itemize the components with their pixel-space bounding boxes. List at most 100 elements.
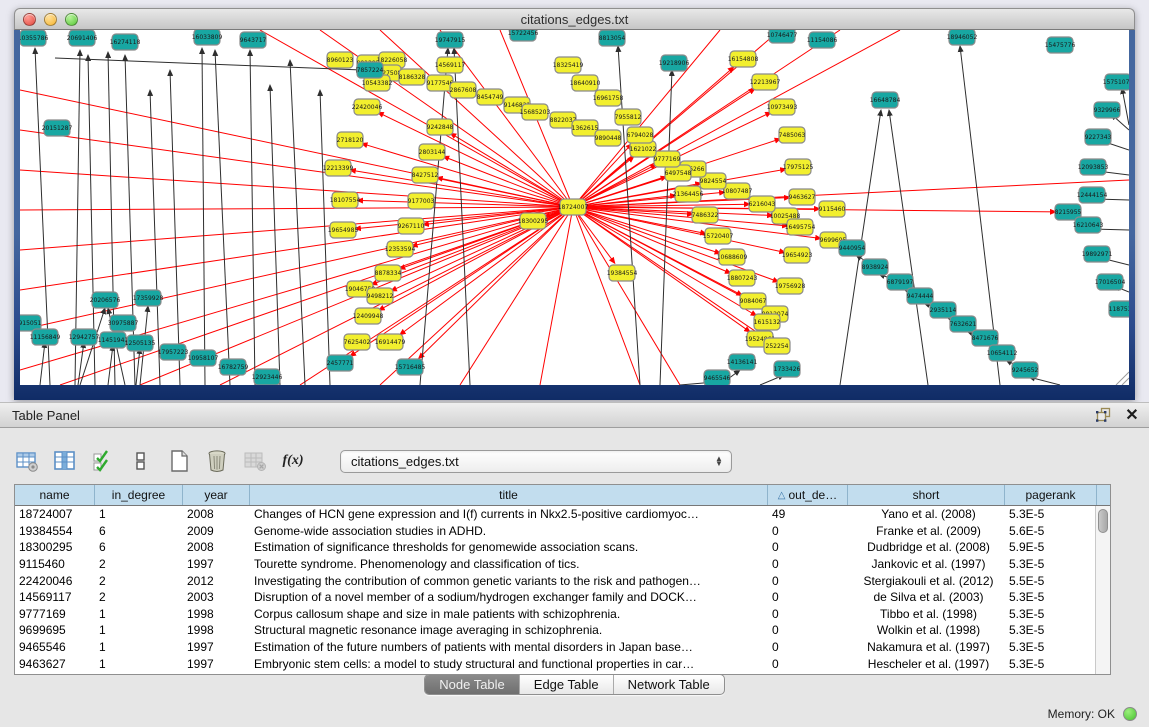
table-row[interactable]: 969969511998Structural magnetic resonanc… bbox=[15, 622, 1110, 639]
graph-node[interactable]: 10355786 bbox=[20, 30, 48, 46]
table-row[interactable]: 911546021997Tourette syndrome. Phenomeno… bbox=[15, 556, 1110, 573]
graph-node[interactable]: 6794028 bbox=[627, 127, 654, 143]
graph-node[interactable]: 2718120 bbox=[337, 132, 364, 148]
graph-node[interactable]: 11154086 bbox=[807, 32, 838, 48]
graph-node[interactable]: 12942757 bbox=[69, 329, 100, 345]
graph-node[interactable]: 22420046 bbox=[352, 99, 383, 115]
graph-node[interactable]: 18107554 bbox=[330, 192, 361, 208]
graph-node[interactable]: 252254 bbox=[764, 338, 790, 354]
graph-node[interactable]: 19654923 bbox=[782, 247, 813, 263]
table-column-icon[interactable] bbox=[52, 448, 78, 474]
graph-node[interactable]: 17016504 bbox=[1095, 274, 1126, 290]
graph-node[interactable]: 9440954 bbox=[839, 240, 866, 256]
network-window-titlebar[interactable]: citations_edges.txt bbox=[14, 8, 1135, 30]
column-header-name[interactable]: name bbox=[15, 485, 95, 505]
graph-node[interactable]: 18640910 bbox=[570, 75, 601, 91]
graph-node[interactable]: 11156849 bbox=[30, 329, 61, 345]
graph-node[interactable]: 9267110 bbox=[398, 218, 425, 234]
table-row[interactable]: 1872400712008Changes of HCN gene express… bbox=[15, 506, 1110, 523]
graph-node[interactable]: 21364456 bbox=[673, 186, 704, 202]
graph-node[interactable]: 16154808 bbox=[728, 51, 759, 67]
graph-node[interactable]: 1615132 bbox=[754, 314, 781, 330]
table-row[interactable]: 2242004622012Investigating the contribut… bbox=[15, 572, 1110, 589]
graph-node[interactable]: 12213967 bbox=[750, 74, 781, 90]
graph-node[interactable]: 15720407 bbox=[703, 228, 734, 244]
table-select-dropdown[interactable]: citations_edges.txt ▲▼ bbox=[340, 450, 732, 473]
graph-node[interactable]: 18724007 bbox=[558, 199, 589, 215]
graph-node[interactable]: 15685203 bbox=[520, 104, 551, 120]
column-header-pagerank[interactable]: pagerank bbox=[1005, 485, 1097, 505]
graph-node[interactable]: 19218906 bbox=[659, 55, 690, 71]
table-vertical-scrollbar[interactable] bbox=[1095, 506, 1110, 674]
table-settings-icon[interactable] bbox=[14, 448, 40, 474]
graph-node[interactable]: 8813054 bbox=[599, 30, 626, 46]
graph-node[interactable]: 15716485 bbox=[395, 359, 426, 375]
graph-node[interactable]: 18325419 bbox=[553, 57, 584, 73]
graph-node[interactable]: 7857224 bbox=[357, 62, 384, 78]
graph-node[interactable]: 16210643 bbox=[1073, 217, 1104, 233]
tab-node-table[interactable]: Node Table bbox=[425, 675, 520, 694]
graph-node[interactable]: 15475776 bbox=[1045, 37, 1076, 53]
graph-node[interactable]: 9227343 bbox=[1085, 129, 1112, 145]
graph-node[interactable]: 17359928 bbox=[133, 290, 164, 306]
select-rows-icon[interactable] bbox=[90, 448, 116, 474]
table-row[interactable]: 1938455462009Genome-wide association stu… bbox=[15, 523, 1110, 540]
graph-node[interactable]: 9465546 bbox=[704, 370, 731, 385]
graph-node[interactable]: 12093853 bbox=[1078, 159, 1109, 175]
graph-node[interactable]: 17957223 bbox=[158, 344, 189, 360]
graph-node[interactable]: 20206576 bbox=[90, 292, 121, 308]
new-column-icon[interactable] bbox=[166, 448, 192, 474]
graph-node[interactable]: 9643717 bbox=[240, 32, 267, 48]
table-row[interactable]: 1456911722003Disruption of a novel membe… bbox=[15, 589, 1110, 606]
graph-node[interactable]: 7486322 bbox=[692, 207, 719, 223]
graph-node[interactable]: 8186328 bbox=[399, 69, 426, 85]
graph-node[interactable]: 30975887 bbox=[108, 315, 139, 331]
graph-node[interactable]: 8454749 bbox=[477, 89, 504, 105]
graph-node[interactable]: 7632621 bbox=[950, 316, 977, 332]
graph-node[interactable]: 19384554 bbox=[607, 265, 638, 281]
graph-node[interactable]: 20151287 bbox=[42, 120, 73, 136]
table-row[interactable]: 1830029562008Estimation of significance … bbox=[15, 539, 1110, 556]
graph-node[interactable]: 8938924 bbox=[862, 259, 889, 275]
graph-node[interactable]: 9498212 bbox=[367, 288, 394, 304]
graph-node[interactable]: 7625402 bbox=[344, 334, 371, 350]
graph-node[interactable]: 9474444 bbox=[907, 288, 934, 304]
graph-node[interactable]: 6879197 bbox=[887, 274, 914, 290]
graph-node[interactable]: 8960123 bbox=[327, 52, 354, 68]
graph-node[interactable]: 12409948 bbox=[353, 308, 384, 324]
graph-node[interactable]: 17975125 bbox=[783, 159, 814, 175]
graph-node[interactable]: 14569117 bbox=[435, 57, 466, 73]
graph-node[interactable]: 16961758 bbox=[593, 90, 624, 106]
graph-node[interactable]: 6216043 bbox=[749, 196, 776, 212]
graph-node[interactable]: 15751074 bbox=[1103, 74, 1129, 90]
graph-node[interactable]: 9777169 bbox=[654, 151, 681, 167]
graph-node[interactable]: 16033809 bbox=[192, 30, 223, 45]
graph-node[interactable]: 20691406 bbox=[67, 30, 98, 46]
graph-node[interactable]: 9890448 bbox=[595, 130, 622, 146]
graph-node[interactable]: 9177003 bbox=[408, 193, 435, 209]
graph-node[interactable]: 16914479 bbox=[375, 334, 406, 350]
graph-node[interactable]: 2803144 bbox=[419, 144, 446, 160]
graph-node[interactable]: 12505135 bbox=[125, 335, 156, 351]
table-row[interactable]: 977716911998Corpus callosum shape and si… bbox=[15, 606, 1110, 623]
graph-node[interactable]: 19892971 bbox=[1082, 246, 1113, 262]
scrollbar-thumb[interactable] bbox=[1098, 509, 1108, 533]
graph-node[interactable]: 12213399 bbox=[323, 160, 354, 176]
graph-node[interactable]: 16648784 bbox=[870, 92, 901, 108]
graph-node[interactable]: 18300295 bbox=[518, 213, 549, 229]
graph-node[interactable]: 12444154 bbox=[1077, 187, 1108, 203]
row-height-icon[interactable] bbox=[128, 448, 154, 474]
graph-node[interactable]: 12353594 bbox=[385, 241, 416, 257]
tab-network-table[interactable]: Network Table bbox=[614, 675, 724, 694]
graph-node[interactable]: 19654985 bbox=[328, 222, 359, 238]
graph-node[interactable]: 7955812 bbox=[615, 109, 642, 125]
graph-node[interactable]: 2867608 bbox=[450, 82, 477, 98]
memory-status-icon[interactable] bbox=[1123, 707, 1137, 721]
graph-node[interactable]: 18946052 bbox=[947, 30, 978, 45]
graph-node[interactable]: 2935114 bbox=[930, 302, 957, 318]
graph-node[interactable]: 7485063 bbox=[779, 127, 806, 143]
graph-node[interactable]: 9245652 bbox=[1012, 362, 1039, 378]
graph-node[interactable]: 2457771 bbox=[327, 355, 354, 371]
graph-node[interactable]: 1733426 bbox=[774, 361, 801, 377]
graph-node[interactable]: 10958107 bbox=[188, 350, 219, 366]
